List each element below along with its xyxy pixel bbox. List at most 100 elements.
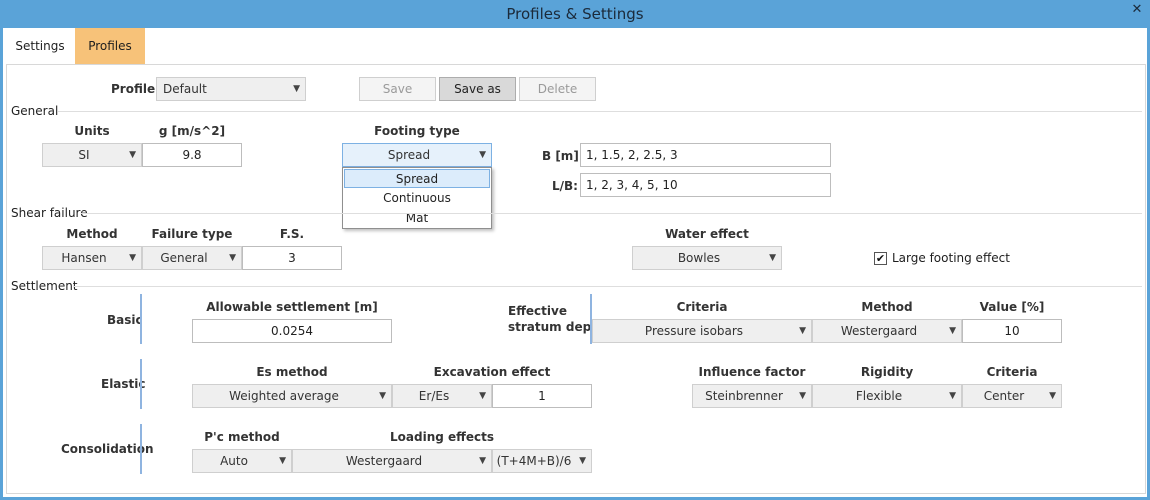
chevron-down-icon: ▼ — [229, 253, 236, 263]
chevron-down-icon: ▼ — [949, 326, 956, 336]
water-effect-label: Water effect — [665, 227, 749, 241]
chevron-down-icon: ▼ — [129, 253, 136, 263]
criteria-select[interactable]: Pressure isobars ▼ — [592, 319, 812, 343]
profile-select[interactable]: Default ▼ — [156, 77, 306, 101]
value-percent-input[interactable]: 10 — [962, 319, 1062, 343]
profile-label: Profile: — [111, 82, 160, 96]
rigidity-value: Flexible — [855, 389, 903, 403]
lb-input[interactable]: 1, 2, 3, 4, 5, 10 — [580, 173, 831, 197]
chevron-down-icon: ▼ — [293, 84, 300, 94]
excavation-effect-value: Er/Es — [418, 389, 450, 403]
units-label: Units — [74, 124, 110, 138]
b-input[interactable]: 1, 1.5, 2, 2.5, 3 — [580, 143, 831, 167]
units-select[interactable]: SI ▼ — [42, 143, 142, 167]
failure-type-label: Failure type — [151, 227, 233, 241]
chevron-down-icon: ▼ — [479, 391, 486, 401]
dropdown-option-mat[interactable]: Mat — [344, 209, 490, 228]
water-effect-value: Bowles — [677, 251, 721, 265]
loading-formula-value: (T+4M+B)/6 — [496, 454, 572, 468]
basic-label: Basic — [107, 313, 143, 327]
dropdown-option-continuous[interactable]: Continuous — [344, 189, 490, 208]
fs-input[interactable]: 3 — [242, 246, 342, 270]
section-settlement: Settlement — [11, 279, 78, 293]
loading-effects-select[interactable]: Westergaard ▼ — [292, 449, 492, 473]
excavation-effect-label: Excavation effect — [433, 365, 551, 379]
large-footing-checkbox[interactable]: ✔ — [874, 252, 887, 265]
value-percent-label: Value [%] — [979, 300, 1045, 314]
g-label: g [m/s^2] — [158, 124, 226, 138]
close-button[interactable]: ✕ — [1128, 2, 1146, 20]
save-as-button[interactable]: Save as — [439, 77, 516, 101]
save-button[interactable]: Save — [359, 77, 436, 101]
elastic-criteria-value: Center — [983, 389, 1025, 403]
water-effect-select[interactable]: Bowles ▼ — [632, 246, 782, 270]
profile-select-value: Default — [163, 82, 207, 96]
failure-type-select[interactable]: General ▼ — [142, 246, 242, 270]
chevron-down-icon: ▼ — [279, 456, 286, 466]
chevron-down-icon: ▼ — [129, 150, 136, 160]
pc-method-value: Auto — [220, 454, 248, 468]
pc-method-label: P'c method — [204, 430, 280, 444]
footing-type-label: Footing type — [374, 124, 460, 138]
criteria-value: Pressure isobars — [644, 324, 744, 338]
loading-effects-label: Loading effects — [390, 430, 494, 444]
rigidity-label: Rigidity — [860, 365, 914, 379]
pc-method-select[interactable]: Auto ▼ — [192, 449, 292, 473]
chevron-down-icon: ▼ — [799, 326, 806, 336]
excavation-effect-select[interactable]: Er/Es ▼ — [392, 384, 492, 408]
es-method-select[interactable]: Weighted average ▼ — [192, 384, 392, 408]
section-shear-failure: Shear failure — [11, 206, 88, 220]
influence-factor-value: Steinbrenner — [705, 389, 783, 403]
separator — [74, 286, 1142, 287]
allowable-settlement-input[interactable]: 0.0254 — [192, 319, 392, 343]
units-value: SI — [78, 148, 90, 162]
footing-type-dropdown: Spread Continuous Mat — [342, 167, 492, 229]
group-divider — [140, 359, 142, 409]
footing-type-select[interactable]: Spread ▼ — [342, 143, 492, 167]
separator — [58, 111, 1142, 112]
chevron-down-icon: ▼ — [479, 456, 486, 466]
shear-method-value: Hansen — [61, 251, 107, 265]
failure-type-value: General — [160, 251, 208, 265]
rigidity-select[interactable]: Flexible ▼ — [812, 384, 962, 408]
dropdown-option-spread[interactable]: Spread — [344, 169, 490, 188]
lb-label: L/B: — [552, 179, 578, 193]
group-divider — [140, 424, 142, 474]
allowable-settlement-label: Allowable settlement [m] — [206, 300, 378, 314]
effective-stratum-label-1: Effective — [508, 304, 567, 318]
influence-factor-label: Influence factor — [698, 365, 806, 379]
chevron-down-icon: ▼ — [379, 391, 386, 401]
section-general: General — [11, 104, 59, 118]
shear-method-select[interactable]: Hansen ▼ — [42, 246, 142, 270]
window-title: Profiles & Settings — [506, 5, 644, 23]
es-method-label: Es method — [256, 365, 328, 379]
chevron-down-icon: ▼ — [479, 150, 486, 160]
loading-effects-value: Westergaard — [345, 454, 423, 468]
chevron-down-icon: ▼ — [769, 253, 776, 263]
loading-formula-select[interactable]: (T+4M+B)/6 ▼ — [492, 449, 592, 473]
elastic-criteria-label: Criteria — [986, 365, 1038, 379]
basic-method-select[interactable]: Westergaard ▼ — [812, 319, 962, 343]
large-footing-label: Large footing effect — [892, 251, 1010, 265]
chevron-down-icon: ▼ — [949, 391, 956, 401]
chevron-down-icon: ▼ — [1049, 391, 1056, 401]
delete-button[interactable]: Delete — [519, 77, 596, 101]
group-divider — [140, 294, 142, 344]
shear-method-label: Method — [66, 227, 118, 241]
tab-settings[interactable]: Settings — [6, 28, 74, 64]
g-input[interactable]: 9.8 — [142, 143, 242, 167]
chevron-down-icon: ▼ — [579, 456, 586, 466]
basic-method-value: Westergaard — [840, 324, 918, 338]
b-label: B [m]: — [542, 149, 584, 163]
excavation-effect-input[interactable]: 1 — [492, 384, 592, 408]
criteria-label: Criteria — [676, 300, 728, 314]
es-method-value: Weighted average — [229, 389, 339, 403]
separator — [81, 213, 1142, 214]
footing-type-value: Spread — [387, 148, 431, 162]
fs-label: F.S. — [279, 227, 305, 241]
tab-profiles[interactable]: Profiles — [75, 28, 145, 64]
chevron-down-icon: ▼ — [799, 391, 806, 401]
elastic-criteria-select[interactable]: Center ▼ — [962, 384, 1062, 408]
influence-factor-select[interactable]: Steinbrenner ▼ — [692, 384, 812, 408]
basic-method-label: Method — [861, 300, 913, 314]
